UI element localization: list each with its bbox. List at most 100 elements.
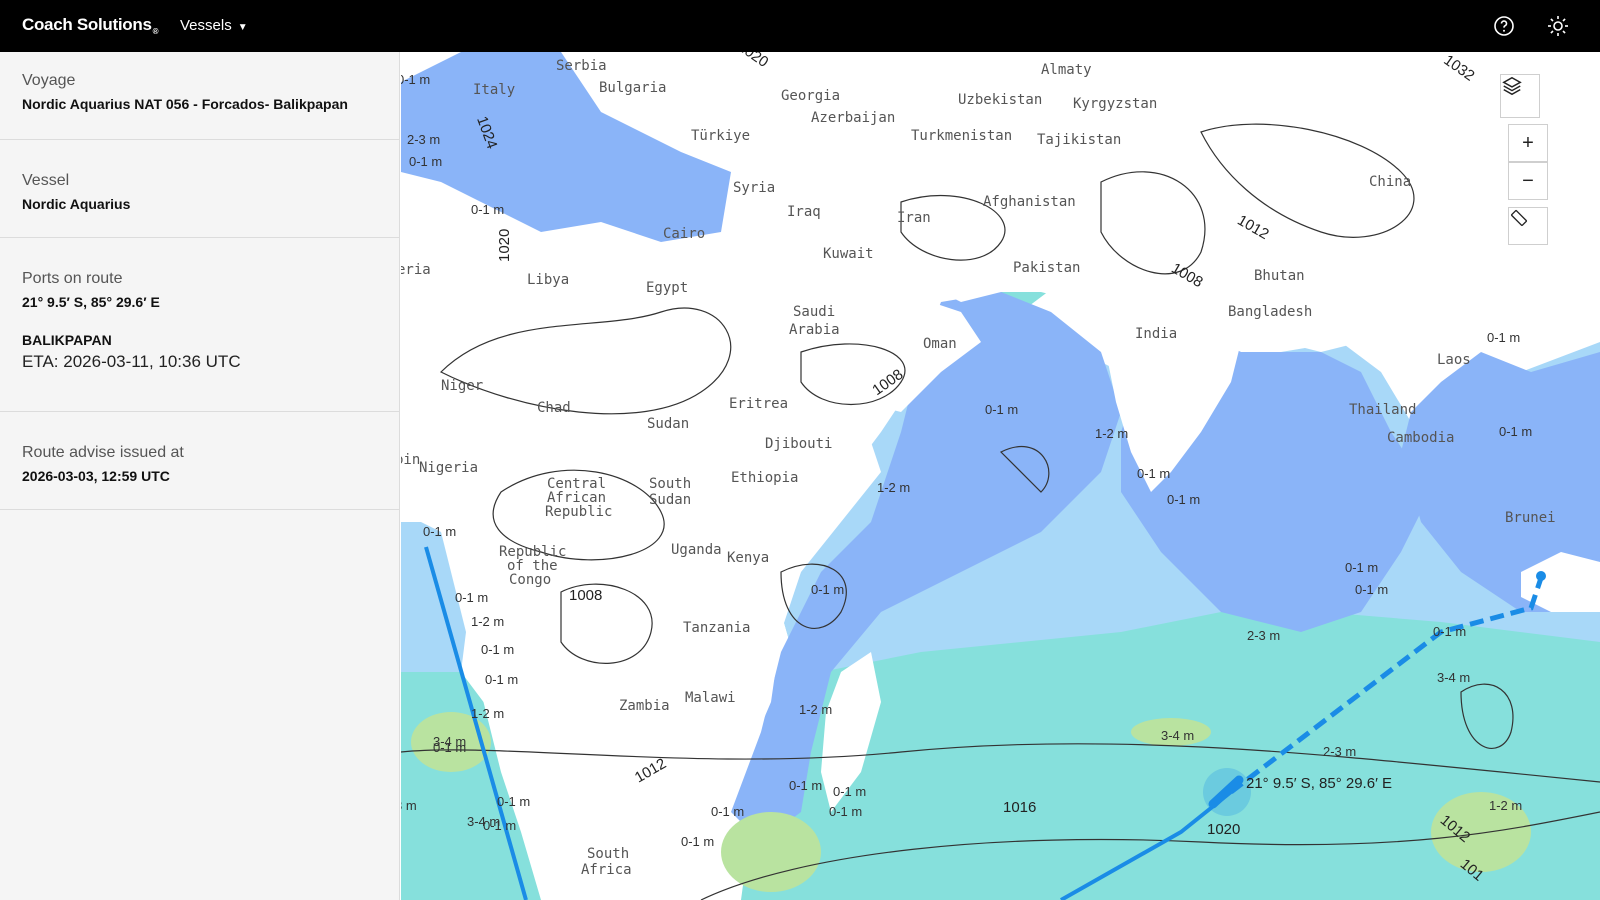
svg-text:Republic: Republic [545, 504, 612, 520]
svg-text:1-2 m: 1-2 m [799, 702, 832, 717]
top-bar: Coach Solutions® Vessels ▼ [0, 0, 1600, 52]
svg-text:0-1 m: 0-1 m [811, 582, 844, 597]
ports-section: Ports on route 21° 9.5′ S, 85° 29.6′ E B… [0, 238, 399, 412]
svg-text:2-3 m: 2-3 m [407, 132, 440, 147]
svg-text:0-1 m: 0-1 m [485, 672, 518, 687]
svg-text:Azerbaijan: Azerbaijan [811, 110, 895, 126]
svg-text:Arabia: Arabia [789, 322, 840, 338]
caret-down-icon: ▼ [237, 22, 248, 33]
layers-button[interactable] [1500, 74, 1540, 118]
svg-text:Zambia: Zambia [619, 698, 670, 714]
voyage-value: Nordic Aquarius NAT 056 - Forcados- Bali… [22, 96, 348, 112]
svg-text:0-1 m: 0-1 m [711, 804, 744, 819]
svg-text:Italy: Italy [473, 82, 515, 98]
svg-text:0-1 m: 0-1 m [1137, 466, 1170, 481]
svg-text:Brunei: Brunei [1505, 510, 1556, 526]
svg-text:Kyrgyzstan: Kyrgyzstan [1073, 96, 1157, 112]
svg-text:1016: 1016 [1003, 799, 1036, 816]
svg-text:Ethiopia: Ethiopia [731, 470, 798, 486]
voyage-sidebar: Voyage Nordic Aquarius NAT 056 - Forcado… [0, 52, 400, 900]
advise-value: 2026-03-03, 12:59 UTC [22, 468, 170, 484]
vessel-position-label: 21° 9.5′ S, 85° 29.6′ E [1246, 775, 1392, 792]
svg-text:bin: bin [401, 452, 420, 468]
svg-text:0-1 m: 0-1 m [409, 154, 442, 169]
svg-text:Bulgaria: Bulgaria [599, 80, 666, 96]
port-eta: ETA: 2026-03-11, 10:36 UTC [22, 352, 241, 371]
svg-text:Djibouti: Djibouti [765, 436, 832, 452]
layers-icon [1502, 76, 1522, 96]
svg-text:Bhutan: Bhutan [1254, 268, 1305, 284]
wave-patch-3-4-s [721, 812, 821, 892]
svg-text:0-1 m: 0-1 m [833, 784, 866, 799]
svg-text:Kuwait: Kuwait [823, 246, 874, 262]
brand-logo[interactable]: Coach Solutions® [22, 15, 159, 36]
svg-text:Cairo: Cairo [663, 226, 705, 242]
map-canvas[interactable]: 21° 9.5′ S, 85° 29.6′ E Serbia Bulgaria … [401, 52, 1600, 900]
svg-text:Sudan: Sudan [647, 416, 689, 432]
svg-text:0-1 m: 0-1 m [1167, 492, 1200, 507]
svg-text:Almaty: Almaty [1041, 62, 1092, 78]
svg-text:Georgia: Georgia [781, 88, 840, 104]
svg-text:Libya: Libya [527, 272, 569, 288]
svg-text:0-1 m: 0-1 m [455, 590, 488, 605]
svg-text:0-1 m: 0-1 m [985, 402, 1018, 417]
svg-text:3-4 m: 3-4 m [433, 734, 466, 749]
svg-text:1-2 m: 1-2 m [1095, 426, 1128, 441]
svg-text:1-2 m: 1-2 m [471, 706, 504, 721]
svg-text:Nigeria: Nigeria [419, 460, 478, 476]
svg-text:0-1 m: 0-1 m [1433, 624, 1466, 639]
svg-text:Congo: Congo [509, 572, 551, 588]
ruler-button[interactable] [1508, 207, 1548, 245]
svg-text:Serbia: Serbia [556, 58, 607, 74]
svg-text:3-4 m: 3-4 m [1161, 728, 1194, 743]
svg-text:Niger: Niger [441, 378, 483, 394]
vessels-menu[interactable]: Vessels ▼ [180, 17, 248, 34]
mediterranean-blue [401, 52, 731, 242]
svg-text:Afghanistan: Afghanistan [983, 194, 1076, 210]
svg-text:0-1 m: 0-1 m [1487, 330, 1520, 345]
svg-text:Saudi: Saudi [793, 304, 835, 320]
svg-text:India: India [1135, 326, 1177, 342]
svg-text:Syria: Syria [733, 180, 775, 196]
destination-marker[interactable] [1536, 571, 1546, 581]
svg-text:1-2 m: 1-2 m [471, 614, 504, 629]
svg-text:0-1 m: 0-1 m [681, 834, 714, 849]
voyage-section: Voyage Nordic Aquarius NAT 056 - Forcado… [0, 52, 399, 140]
svg-text:Sudan: Sudan [649, 492, 691, 508]
voyage-label: Voyage [22, 72, 76, 89]
svg-text:1-2 m: 1-2 m [1489, 798, 1522, 813]
svg-text:Tajikistan: Tajikistan [1037, 132, 1121, 148]
advise-section: Route advise issued at 2026-03-03, 12:59… [0, 412, 399, 510]
svg-text:3-4 m: 3-4 m [467, 814, 500, 829]
weather-map[interactable]: 21° 9.5′ S, 85° 29.6′ E Serbia Bulgaria … [401, 52, 1600, 900]
svg-text:0-1 m: 0-1 m [423, 524, 456, 539]
svg-text:3-4 m: 3-4 m [1437, 670, 1470, 685]
svg-text:Iran: Iran [897, 210, 931, 226]
svg-text:South: South [587, 846, 629, 862]
svg-text:Chad: Chad [537, 400, 571, 416]
svg-text:2-3 m: 2-3 m [1323, 744, 1356, 759]
svg-text:0-1 m: 0-1 m [1345, 560, 1378, 575]
svg-text:0-1 m: 0-1 m [401, 72, 430, 87]
zoom-out-button[interactable]: − [1508, 162, 1548, 200]
svg-text:South: South [649, 476, 691, 492]
zoom-in-button[interactable]: + [1508, 124, 1548, 162]
svg-text:0-1 m: 0-1 m [1499, 424, 1532, 439]
svg-text:Türkiye: Türkiye [691, 128, 750, 144]
help-circle-icon[interactable] [1492, 14, 1516, 38]
vessel-value: Nordic Aquarius [22, 196, 131, 212]
svg-text:Thailand: Thailand [1349, 402, 1416, 418]
svg-text:0-1 m: 0-1 m [829, 804, 862, 819]
svg-text:0-1 m: 0-1 m [789, 778, 822, 793]
vessel-position: 21° 9.5′ S, 85° 29.6′ E [22, 294, 160, 310]
sun-icon[interactable] [1546, 14, 1570, 38]
svg-text:Oman: Oman [923, 336, 957, 352]
svg-text:Kenya: Kenya [727, 550, 769, 566]
svg-text:1020: 1020 [1207, 821, 1240, 838]
svg-text:Uzbekistan: Uzbekistan [958, 92, 1042, 108]
port-name: BALIKPAPAN [22, 332, 112, 348]
svg-text:0-1 m: 0-1 m [481, 642, 514, 657]
svg-text:0-1 m: 0-1 m [471, 202, 504, 217]
ports-label: Ports on route [22, 270, 123, 287]
svg-text:Pakistan: Pakistan [1013, 260, 1080, 276]
